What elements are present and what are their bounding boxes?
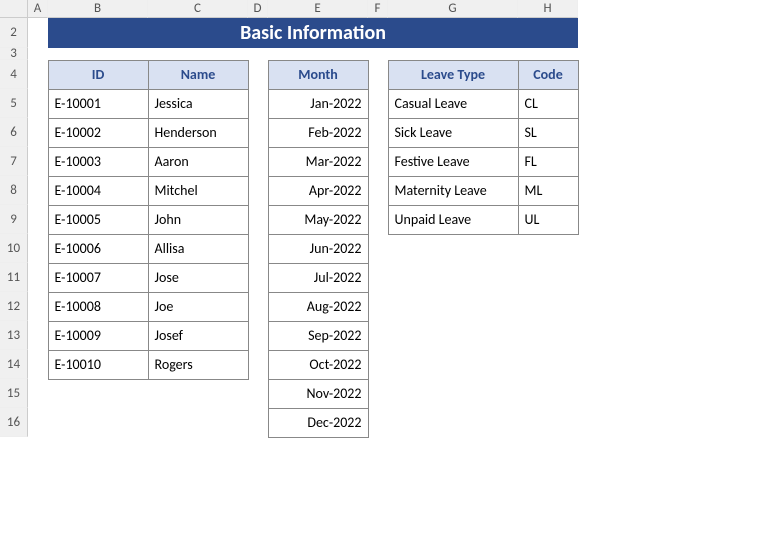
cell-id[interactable]: E-10006	[48, 234, 149, 264]
cell-code[interactable]: FL	[518, 147, 579, 177]
cell-month[interactable]: Jul-2022	[268, 263, 369, 293]
th-leave-type[interactable]: Leave Type	[388, 60, 519, 90]
cell-month[interactable]: Nov-2022	[268, 379, 369, 409]
row-8[interactable]: 8	[0, 176, 28, 205]
cell-month[interactable]: Jun-2022	[268, 234, 369, 264]
spreadsheet: A B C D E F G H 2 3 4 5 6 7 8 9 10 11 12…	[0, 0, 767, 540]
col-C[interactable]: C	[148, 0, 248, 18]
col-D[interactable]: D	[248, 0, 268, 18]
cell-name[interactable]: Rogers	[148, 350, 249, 380]
row-5[interactable]: 5	[0, 89, 28, 118]
corner[interactable]	[0, 0, 28, 18]
row-12[interactable]: 12	[0, 292, 28, 321]
col-A[interactable]: A	[28, 0, 48, 18]
col-E[interactable]: E	[268, 0, 368, 18]
cell-month[interactable]: Mar-2022	[268, 147, 369, 177]
col-F[interactable]: F	[368, 0, 388, 18]
row-2[interactable]: 2	[0, 18, 28, 48]
cell-leave-type[interactable]: Unpaid Leave	[388, 205, 519, 235]
col-G[interactable]: G	[388, 0, 518, 18]
cell-leave-type[interactable]: Festive Leave	[388, 147, 519, 177]
cell-id[interactable]: E-10004	[48, 176, 149, 206]
th-code[interactable]: Code	[518, 60, 579, 90]
row-14[interactable]: 14	[0, 350, 28, 379]
page-title[interactable]: Basic Information	[48, 18, 578, 48]
row-6[interactable]: 6	[0, 118, 28, 147]
cell-id[interactable]: E-10007	[48, 263, 149, 293]
cell-month[interactable]: Feb-2022	[268, 118, 369, 148]
row-3[interactable]: 3	[0, 48, 28, 60]
th-month[interactable]: Month	[268, 60, 369, 90]
cell-month[interactable]: Dec-2022	[268, 408, 369, 438]
cell-name[interactable]: Mitchel	[148, 176, 249, 206]
cell-name[interactable]: Jessica	[148, 89, 249, 119]
row-10[interactable]: 10	[0, 234, 28, 263]
col-H[interactable]: H	[518, 0, 578, 18]
cell-name[interactable]: Joe	[148, 292, 249, 322]
th-name[interactable]: Name	[148, 60, 249, 90]
cell-name[interactable]: John	[148, 205, 249, 235]
cell-id[interactable]: E-10002	[48, 118, 149, 148]
cell-name[interactable]: Aaron	[148, 147, 249, 177]
cell-code[interactable]: UL	[518, 205, 579, 235]
row-15[interactable]: 15	[0, 379, 28, 408]
th-id[interactable]: ID	[48, 60, 149, 90]
cell-name[interactable]: Jose	[148, 263, 249, 293]
cell-code[interactable]: CL	[518, 89, 579, 119]
cell-leave-type[interactable]: Casual Leave	[388, 89, 519, 119]
cell-month[interactable]: Jan-2022	[268, 89, 369, 119]
cell-name[interactable]: Henderson	[148, 118, 249, 148]
cell-month[interactable]: May-2022	[268, 205, 369, 235]
cell-leave-type[interactable]: Sick Leave	[388, 118, 519, 148]
row-7[interactable]: 7	[0, 147, 28, 176]
cell-name[interactable]: Allisa	[148, 234, 249, 264]
cell-leave-type[interactable]: Maternity Leave	[388, 176, 519, 206]
cell-id[interactable]: E-10001	[48, 89, 149, 119]
cell-id[interactable]: E-10008	[48, 292, 149, 322]
cell-month[interactable]: Aug-2022	[268, 292, 369, 322]
cell-month[interactable]: Oct-2022	[268, 350, 369, 380]
cell-name[interactable]: Josef	[148, 321, 249, 351]
cell-code[interactable]: SL	[518, 118, 579, 148]
cell-id[interactable]: E-10010	[48, 350, 149, 380]
cell-id[interactable]: E-10009	[48, 321, 149, 351]
col-B[interactable]: B	[48, 0, 148, 18]
row-16[interactable]: 16	[0, 408, 28, 437]
cell-month[interactable]: Apr-2022	[268, 176, 369, 206]
row-9[interactable]: 9	[0, 205, 28, 234]
row-11[interactable]: 11	[0, 263, 28, 292]
cell-id[interactable]: E-10005	[48, 205, 149, 235]
cell-code[interactable]: ML	[518, 176, 579, 206]
cell-month[interactable]: Sep-2022	[268, 321, 369, 351]
cell-id[interactable]: E-10003	[48, 147, 149, 177]
row-13[interactable]: 13	[0, 321, 28, 350]
row-4[interactable]: 4	[0, 60, 28, 89]
